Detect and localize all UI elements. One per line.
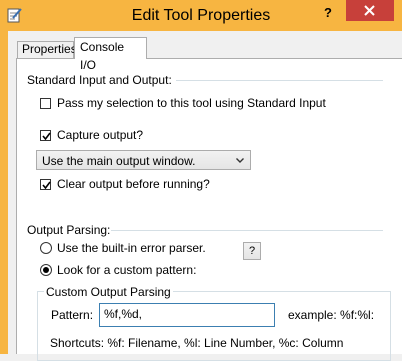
checkmark-icon	[42, 181, 51, 190]
radio-selected-dot	[43, 267, 49, 273]
edit-tool-properties-window: Edit Tool Properties ? Properties Consol…	[0, 0, 402, 361]
custom-output-parsing-legend: Custom Output Parsing	[44, 285, 173, 299]
close-icon	[364, 5, 375, 16]
capture-output-label: Capture output?	[57, 128, 144, 142]
dialog-client-area: Properties Console I/O Standard Input an…	[8, 31, 402, 361]
output-parsing-separator	[111, 230, 383, 231]
help-button[interactable]: ?	[318, 4, 338, 22]
tab-console-io[interactable]: Console I/O	[74, 37, 147, 72]
tab-properties[interactable]: Properties	[17, 41, 77, 58]
custom-pattern-label: Look for a custom pattern:	[57, 263, 197, 277]
clear-output-label: Clear output before running?	[57, 177, 210, 191]
pattern-label: Pattern:	[51, 308, 94, 322]
pattern-input[interactable]: %f,%d,	[99, 303, 275, 327]
pass-selection-label: Pass my selection to this tool using Sta…	[57, 96, 326, 110]
builtin-parser-label: Use the built-in error parser.	[57, 241, 206, 255]
console-io-page: Standard Input and Output: Pass my selec…	[16, 58, 402, 361]
standard-io-heading: Standard Input and Output:	[27, 73, 172, 87]
builtin-parser-radio[interactable]	[40, 242, 52, 254]
parser-help-button[interactable]: ?	[243, 242, 261, 260]
chevron-down-icon	[236, 158, 244, 163]
shortcuts-hint: Shortcuts: %f: Filename, %l: Line Number…	[50, 336, 344, 350]
title-bar[interactable]: Edit Tool Properties ?	[0, 0, 402, 31]
output-target-dropdown[interactable]: Use the main output window.	[36, 150, 251, 170]
close-button[interactable]	[346, 0, 394, 21]
clear-output-checkbox[interactable]	[40, 179, 51, 190]
custom-pattern-radio[interactable]	[40, 264, 52, 276]
output-target-value: Use the main output window.	[42, 154, 196, 168]
window-title: Edit Tool Properties	[131, 7, 271, 24]
standard-io-separator	[176, 80, 383, 81]
pattern-example: example: %f:%l:	[288, 308, 375, 322]
capture-output-checkbox[interactable]	[40, 130, 51, 141]
output-parsing-heading: Output Parsing:	[27, 223, 111, 237]
checkmark-icon	[42, 132, 51, 141]
pass-selection-checkbox[interactable]	[40, 98, 51, 109]
